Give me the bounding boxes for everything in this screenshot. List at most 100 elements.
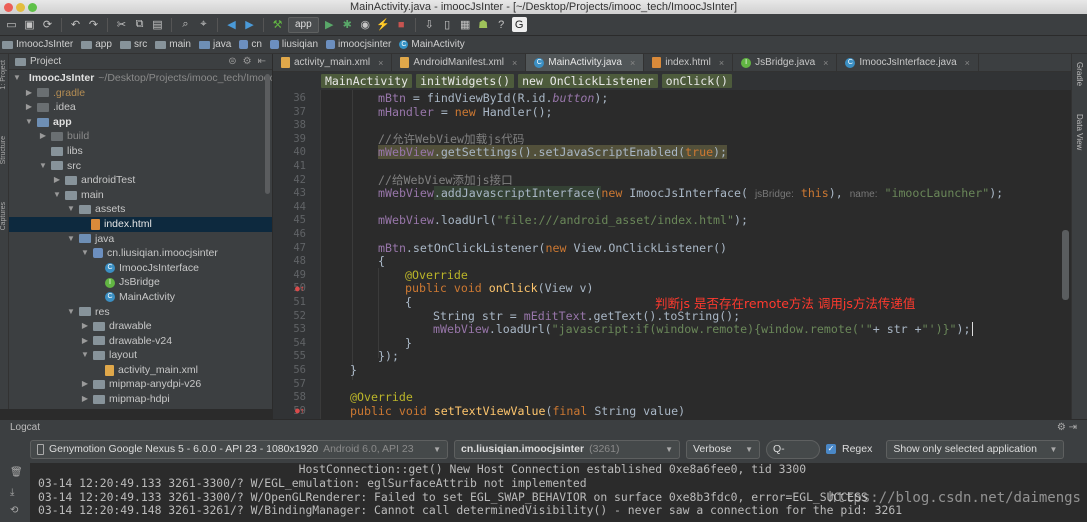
find-icon[interactable]: ⌕ <box>178 17 193 32</box>
close-window-icon[interactable] <box>4 3 13 12</box>
scroll-to-end-icon[interactable]: ⤓ <box>10 487 14 498</box>
tree-item-drawable-v24[interactable]: ▶ drawable-v24 <box>9 334 272 349</box>
back-icon[interactable]: ◀ <box>224 17 239 32</box>
genymotion-icon[interactable]: G <box>511 17 527 32</box>
tab-activity-main-xml[interactable]: activity_main.xml × <box>273 54 393 71</box>
project-tool-button[interactable]: 1: Project <box>0 60 9 90</box>
close-tab-icon[interactable]: × <box>823 58 828 68</box>
device-select[interactable]: Genymotion Google Nexus 5 - 6.0.0 - API … <box>30 439 448 459</box>
project-view-select[interactable]: Project <box>30 56 61 67</box>
run-config-select[interactable]: app <box>288 16 319 33</box>
editor-scrollbar[interactable] <box>1062 230 1069 300</box>
tab-mainactivity-java[interactable]: C MainActivity.java × <box>526 54 645 71</box>
debug-icon[interactable]: ✱ <box>340 17 355 32</box>
override-marker-icon[interactable]: ●↑ <box>295 284 305 293</box>
close-tab-icon[interactable]: × <box>719 58 724 68</box>
tree-item-app[interactable]: ▼ app <box>9 115 272 130</box>
code-crumb-class[interactable]: MainActivity <box>321 74 413 88</box>
sdk-manager-icon[interactable]: ⇩ <box>422 17 437 32</box>
tree-item-project-root[interactable]: ▼ ImoocJsInter ~/Desktop/Projects/imooc_te… <box>9 71 272 86</box>
tree-item-main[interactable]: ▼ main <box>9 188 272 203</box>
restart-icon[interactable]: ⟲ <box>10 505 18 516</box>
tree-item-java[interactable]: ▼ java <box>9 232 272 247</box>
open-folder-icon[interactable]: ▭ <box>4 17 19 32</box>
tree-item-imoocjsinterface[interactable]: C ImoocJsInterface <box>9 261 272 276</box>
profile-icon[interactable]: ◉ <box>358 17 373 32</box>
clear-logcat-icon[interactable]: 🗑 <box>10 467 23 478</box>
tree-item-src[interactable]: ▼ src <box>9 159 272 174</box>
tree-item-idea[interactable]: ▶ .idea <box>9 100 272 115</box>
close-tab-icon[interactable]: × <box>630 58 635 68</box>
forward-icon[interactable]: ▶ <box>242 17 257 32</box>
close-tab-icon[interactable]: × <box>965 58 970 68</box>
tree-item-activity-main-xml[interactable]: activity_main.xml <box>9 363 272 378</box>
make-project-icon[interactable]: ⚒ <box>270 17 285 32</box>
tree-item-mipmap-anydpi[interactable]: ▶ mipmap-anydpi-v26 <box>9 377 272 392</box>
structure-tool-button[interactable]: Structure <box>0 136 9 164</box>
cut-icon[interactable]: ✂ <box>114 17 129 32</box>
nav-crumb-mainactivity[interactable]: C MainActivity <box>399 39 465 50</box>
gradle-tool-button[interactable]: Gradle <box>1075 62 1084 86</box>
tab-imoocjsinterface-java[interactable]: C ImoocJsInterface.java × <box>837 54 979 71</box>
tree-item-mipmap-hdpi[interactable]: ▶ mipmap-hdpi <box>9 392 272 407</box>
close-tab-icon[interactable]: × <box>512 58 517 68</box>
filter-select[interactable]: Show only selected application ▼ <box>886 439 1065 459</box>
code-editor[interactable]: mBtn = findViewById(R.id.button); mHandl… <box>322 90 1071 419</box>
settings-gear-icon[interactable]: ⚙ <box>243 56 252 67</box>
tree-item-mipmap-mdpi[interactable]: ▶mipmap-mdpi <box>9 407 272 409</box>
save-all-icon[interactable]: ▣ <box>22 17 37 32</box>
nav-crumb-java[interactable]: java <box>198 39 231 50</box>
undo-icon[interactable]: ↶ <box>68 17 83 32</box>
minimize-window-icon[interactable] <box>16 3 25 12</box>
copy-icon[interactable]: ⧉ <box>132 17 147 32</box>
project-structure-icon[interactable]: ▦ <box>458 17 473 32</box>
nav-crumb-liusiqian[interactable]: liusiqian <box>269 39 318 50</box>
stop-icon[interactable]: ■ <box>394 17 409 32</box>
run-icon[interactable]: ▶ <box>322 17 337 32</box>
tab-index-html[interactable]: index.html × <box>644 54 734 71</box>
process-select[interactable]: cn.liusiqian.imoocjsinter (3261) ▼ <box>454 439 680 459</box>
sync-scroll-icon[interactable]: ⊜ <box>228 56 236 67</box>
code-crumb-anon-class[interactable]: new OnClickListener <box>518 74 658 88</box>
tree-item-androidtest[interactable]: ▶ androidTest <box>9 173 272 188</box>
sync-icon[interactable]: ⟳ <box>40 17 55 32</box>
zoom-window-icon[interactable] <box>28 3 37 12</box>
nav-crumb-project[interactable]: ImoocJsInter <box>2 39 73 50</box>
hide-panel-icon[interactable]: ⇤ <box>258 56 266 67</box>
nav-crumb-cn[interactable]: cn <box>239 39 262 50</box>
override-marker-icon[interactable]: ●↑ <box>295 406 305 415</box>
tree-item-gradle[interactable]: ▶ .gradle <box>9 86 272 101</box>
tree-item-mainactivity[interactable]: C MainActivity <box>9 290 272 305</box>
nav-crumb-main[interactable]: main <box>155 39 191 50</box>
tree-item-package[interactable]: ▼ cn.liusiqian.imoocjsinter <box>9 246 272 261</box>
tree-item-assets[interactable]: ▼ assets <box>9 202 272 217</box>
close-tab-icon[interactable]: × <box>378 58 383 68</box>
android-monitor-icon[interactable]: ☗ <box>476 17 491 32</box>
regex-checkbox[interactable]: ✓ <box>826 444 836 454</box>
logcat-settings-icon[interactable]: ⚙ ⇥ <box>1057 420 1077 436</box>
avd-manager-icon[interactable]: ▯ <box>440 17 455 32</box>
tree-item-res[interactable]: ▼ res <box>9 305 272 320</box>
redo-icon[interactable]: ↷ <box>86 17 101 32</box>
nav-crumb-src[interactable]: src <box>119 39 147 50</box>
nav-crumb-imoocjsinter[interactable]: imoocjsinter <box>326 39 391 50</box>
tree-item-drawable[interactable]: ▶ drawable <box>9 319 272 334</box>
search-input[interactable]: Q- <box>766 439 820 459</box>
data-view-tool-button[interactable]: Data View <box>1075 114 1084 150</box>
captures-tool-button[interactable]: Captures <box>0 202 9 230</box>
help-icon[interactable]: ? <box>494 17 509 32</box>
code-crumb-onclick[interactable]: onClick() <box>661 74 732 88</box>
tab-android-manifest[interactable]: AndroidManifest.xml × <box>392 54 527 71</box>
log-level-select[interactable]: Verbose ▼ <box>686 439 760 459</box>
tree-item-libs[interactable]: libs <box>9 144 272 159</box>
apply-changes-icon[interactable]: ⚡ <box>376 17 391 32</box>
replace-icon[interactable]: ⌖ <box>196 17 211 32</box>
project-scrollbar[interactable] <box>265 74 270 194</box>
code-crumb-method[interactable]: initWidgets() <box>416 74 515 88</box>
tree-item-index-html[interactable]: index.html <box>9 216 272 232</box>
tree-item-jsbridge[interactable]: I JsBridge <box>9 275 272 290</box>
nav-crumb-app[interactable]: app <box>81 39 112 50</box>
tree-item-layout[interactable]: ▼ layout <box>9 348 272 363</box>
paste-icon[interactable]: ▤ <box>150 17 165 32</box>
tab-jsbridge-java[interactable]: I JsBridge.java × <box>733 54 838 71</box>
